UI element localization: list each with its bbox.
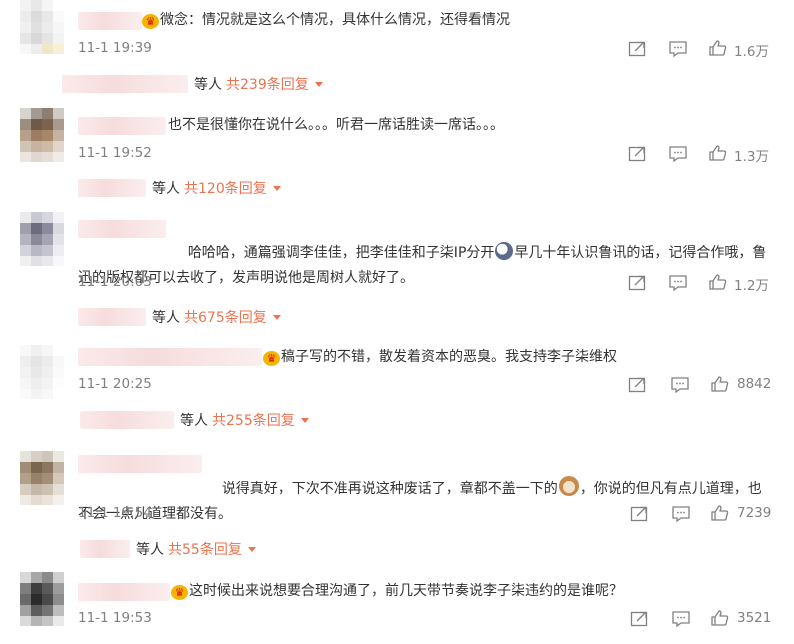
reply-usernames	[78, 179, 146, 197]
replies-toggle[interactable]: 等人 共675条回复	[78, 307, 281, 327]
comment-time: 11-1 19:52	[78, 145, 152, 161]
replies-toggle[interactable]: 等人 共55条回复	[80, 539, 256, 559]
cat-emoji-icon	[558, 476, 579, 496]
avatar[interactable]	[20, 0, 64, 54]
username[interactable]	[78, 117, 166, 135]
username[interactable]	[78, 583, 170, 601]
share-icon[interactable]	[628, 145, 648, 163]
username[interactable]	[78, 12, 142, 30]
replies-suffix: 等人	[152, 310, 180, 326]
comment-time: 11-1 19:39	[78, 40, 152, 56]
avatar[interactable]	[20, 108, 64, 162]
reply-count: 共120条回复	[184, 181, 267, 197]
avatar[interactable]	[20, 572, 64, 626]
caret-down-icon	[300, 417, 309, 423]
like-icon[interactable]	[710, 504, 730, 522]
crown-badge-icon: ♛	[171, 585, 188, 600]
crown-badge-icon: ♛	[263, 351, 280, 366]
replies-toggle[interactable]: 等人 共255条回复	[80, 410, 309, 430]
replies-suffix: 等人	[152, 181, 180, 197]
like-count: 1.3万	[734, 149, 769, 165]
like-icon[interactable]	[708, 273, 728, 291]
caret-down-icon	[272, 314, 281, 320]
comment-time: 11-1 19:54	[78, 505, 152, 521]
reply-count: 共239条回复	[226, 77, 309, 93]
crown-badge-icon: ♛	[142, 14, 159, 29]
share-icon[interactable]	[628, 40, 648, 58]
comment-item: ♛ 稿子写的不错，散发着资本的恶臭。我支持李子柒维权 11-1 20:25 88…	[0, 340, 794, 440]
avatar[interactable]	[20, 345, 64, 399]
comment-item: 也不是很懂你在说什么。。。听君一席话胜读一席话。。。 11-1 19:52 1.…	[0, 105, 794, 205]
like-count: 8842	[737, 376, 772, 392]
username[interactable]	[78, 348, 262, 366]
like-icon[interactable]	[710, 609, 730, 627]
like-count: 3521	[737, 610, 772, 626]
share-icon[interactable]	[630, 505, 650, 523]
comment-icon[interactable]	[668, 274, 688, 292]
like-count: 1.2万	[734, 278, 769, 294]
comment-icon[interactable]	[671, 610, 691, 628]
caret-down-icon	[272, 185, 281, 191]
like-count: 1.6万	[734, 44, 769, 60]
comment-item: ♛ 这时候出来说想要合理沟通了，前几天带节奏说李子柒违约的是谁呢？ 11-1 1…	[0, 570, 794, 644]
comment-text: 这时候出来说想要合理沟通了，前几天带节奏说李子柒违约的是谁呢？	[189, 583, 623, 599]
replies-toggle[interactable]: 等人 共120条回复	[78, 178, 281, 198]
comment-time: 11-1 19:53	[78, 610, 152, 626]
share-icon[interactable]	[628, 274, 648, 292]
share-icon[interactable]	[628, 376, 648, 394]
reply-count: 共55条回复	[168, 542, 242, 558]
like-icon[interactable]	[710, 375, 730, 393]
avatar[interactable]	[20, 451, 64, 505]
like-icon[interactable]	[708, 39, 728, 57]
caret-down-icon	[314, 81, 323, 87]
avatar[interactable]	[20, 212, 64, 266]
like-icon[interactable]	[708, 144, 728, 162]
comment-icon[interactable]	[671, 505, 691, 523]
like-count: 7239	[737, 505, 772, 521]
share-icon[interactable]	[630, 610, 650, 628]
comment-text: 哈哈哈，通篇强调李佳佳，把李佳佳和子柒IP分开 早几十年认识鲁讯的话，记得合作哦，…	[78, 216, 768, 316]
comment-text: 微念：情况就是这么个情况，具体什么情况，还得看情况	[160, 12, 510, 28]
comment-item: ♛ 微念：情况就是这么个情况，具体什么情况，还得看情况 11-1 19:39 1…	[0, 0, 794, 100]
comment-text: 稿子写的不错，散发着资本的恶臭。我支持李子柒维权	[281, 349, 617, 365]
comment-item: 哈哈哈，通篇强调李佳佳，把李佳佳和子柒IP分开 早几十年认识鲁讯的话，记得合作哦，…	[0, 207, 794, 337]
replies-suffix: 等人	[180, 413, 208, 429]
reply-usernames	[62, 75, 188, 93]
replies-toggle[interactable]: 等人 共239条回复	[62, 74, 323, 94]
comment-icon[interactable]	[668, 40, 688, 58]
comment-icon[interactable]	[670, 376, 690, 394]
comment-icon[interactable]	[668, 145, 688, 163]
replies-suffix: 等人	[136, 542, 164, 558]
reply-usernames	[78, 308, 146, 326]
comment-text: 也不是很懂你在说什么。。。听君一席话胜读一席话。。。	[168, 117, 504, 133]
comment-text-part: 说得真好，下次不准再说这种废话了，章都不盖一下的	[221, 481, 558, 497]
comment-time: 11-1 20:03	[78, 274, 152, 290]
caret-down-icon	[247, 546, 256, 552]
comment-time: 11-1 20:25	[78, 376, 152, 392]
dog-emoji-icon	[495, 242, 514, 260]
replies-suffix: 等人	[194, 77, 222, 93]
comment-text: 说得真好，下次不准再说这种废话了，章都不盖一下的 ，你说的但凡有点儿道理，也不会一…	[78, 451, 768, 552]
comment-item: 说得真好，下次不准再说这种废话了，章都不盖一下的 ，你说的但凡有点儿道理，也不会一…	[0, 448, 794, 558]
reply-count: 共675条回复	[184, 310, 267, 326]
comment-text-part: 哈哈哈，通篇强调李佳佳，把李佳佳和子柒IP分开	[187, 245, 495, 261]
reply-usernames	[80, 411, 174, 429]
reply-count: 共255条回复	[212, 413, 295, 429]
reply-usernames	[80, 540, 130, 558]
